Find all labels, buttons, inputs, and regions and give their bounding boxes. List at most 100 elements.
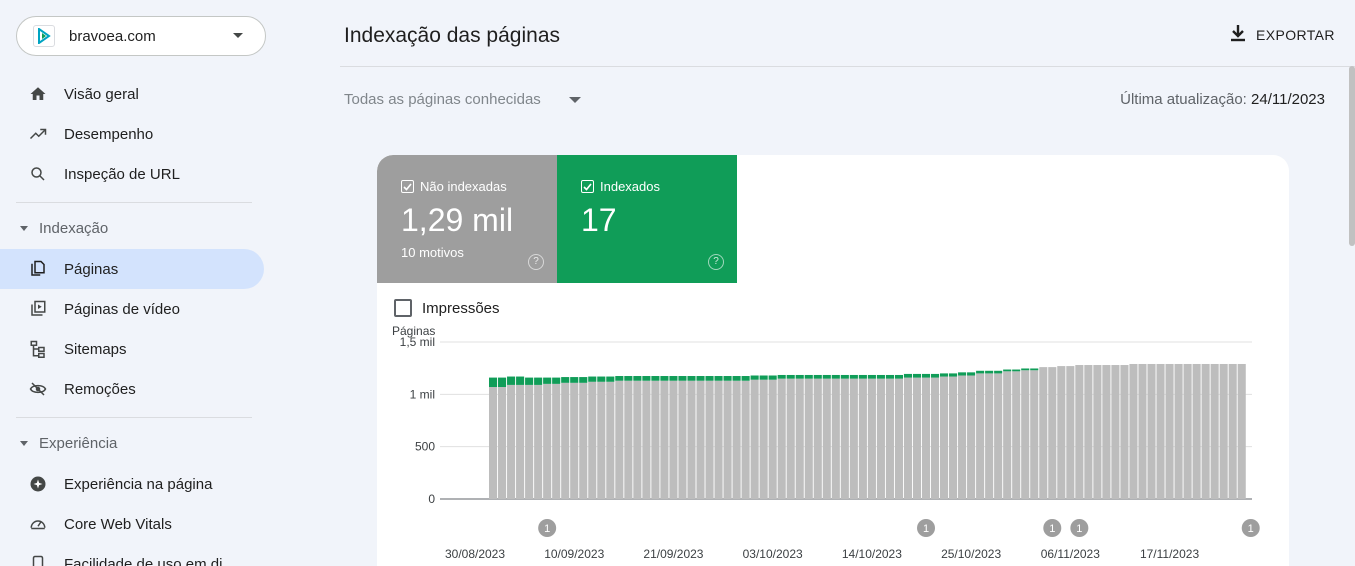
sitemap-icon	[28, 339, 48, 359]
section-indexing-label: Indexação	[39, 220, 109, 237]
help-icon[interactable]: ?	[708, 254, 724, 270]
nav-sitemaps[interactable]: Sitemaps	[16, 329, 264, 369]
bar-not-indexed	[1219, 363, 1228, 499]
bar-not-indexed	[732, 380, 741, 499]
bar-not-indexed	[1048, 367, 1057, 499]
pages-chart: Páginas05001 mil1,5 mil30/08/2023 10/09/2…	[392, 324, 1260, 561]
not-indexed-reasons: 10 motivos	[401, 245, 464, 260]
bar-indexed	[1003, 369, 1012, 372]
bar-indexed	[985, 370, 994, 374]
nav-mobile-label: Facilidade de uso em di	[64, 555, 223, 566]
divider	[16, 417, 252, 418]
bar-indexed	[552, 377, 561, 384]
bar-indexed	[940, 373, 949, 377]
collapse-icon	[20, 441, 28, 446]
y-tick-label: 1,5 mil	[400, 335, 435, 349]
bar-indexed	[588, 376, 597, 382]
phone-icon	[28, 554, 48, 566]
bar-not-indexed	[1102, 365, 1111, 499]
bar-not-indexed	[994, 373, 1003, 499]
chevron-down-icon	[568, 96, 581, 103]
bar-indexed	[705, 376, 714, 381]
bar-not-indexed	[1057, 366, 1066, 499]
bar-indexed	[579, 377, 588, 383]
nav-page-experience[interactable]: Experiência na página	[16, 464, 264, 504]
bar-indexed	[786, 374, 795, 379]
bar-not-indexed	[669, 380, 678, 499]
bar-not-indexed	[525, 384, 534, 499]
last-updated-label: Última atualização:	[1120, 91, 1247, 108]
nav-overview[interactable]: Visão geral	[16, 74, 264, 114]
x-tick-label: 03/10/2023	[743, 547, 803, 561]
bar-indexed	[534, 377, 543, 385]
bar-not-indexed	[552, 383, 561, 499]
bar-not-indexed	[579, 382, 588, 499]
indexed-tile[interactable]: Indexados 17 ?	[557, 155, 737, 283]
bar-not-indexed	[894, 378, 903, 499]
nav-pages[interactable]: Páginas	[0, 249, 264, 289]
nav-page-experience-label: Experiência na página	[64, 475, 213, 493]
bar-indexed	[967, 372, 976, 376]
nav-mobile-usability[interactable]: Facilidade de uso em di	[16, 544, 264, 566]
bar-indexed	[624, 376, 633, 381]
nav-sitemaps-label: Sitemaps	[64, 340, 127, 358]
bar-not-indexed	[1165, 363, 1174, 499]
nav-core-web-vitals[interactable]: Core Web Vitals	[16, 504, 264, 544]
nav-url-inspection[interactable]: Inspeção de URL	[16, 154, 264, 194]
bar-not-indexed	[516, 384, 525, 499]
bar-not-indexed	[858, 378, 867, 499]
bar-indexed	[1012, 369, 1021, 372]
download-icon	[1230, 24, 1246, 45]
bar-indexed	[642, 376, 651, 381]
bar-indexed	[804, 374, 813, 379]
help-icon[interactable]: ?	[528, 254, 544, 270]
nav-video-pages-label: Páginas de vídeo	[64, 300, 180, 318]
bar-not-indexed	[786, 378, 795, 499]
bar-not-indexed	[1210, 363, 1219, 499]
y-tick-label: 0	[428, 492, 435, 506]
not-indexed-label: Não indexadas	[420, 179, 507, 194]
not-indexed-tile[interactable]: Não indexadas 1,29 mil 10 motivos ?	[377, 155, 557, 283]
bar-indexed	[543, 377, 552, 384]
bar-not-indexed	[1228, 363, 1237, 499]
indexed-value: 17	[581, 202, 617, 238]
bar-not-indexed	[696, 380, 705, 499]
section-indexing[interactable]: Indexação	[20, 220, 108, 237]
bar-not-indexed	[615, 380, 624, 499]
bar-not-indexed	[1075, 365, 1084, 499]
search-icon	[28, 164, 48, 184]
pages-filter-dropdown[interactable]: Todas as páginas conhecidas	[344, 91, 581, 108]
bar-indexed	[894, 374, 903, 379]
bar-not-indexed	[1120, 365, 1129, 499]
nav-performance[interactable]: Desempenho	[16, 114, 264, 154]
bar-not-indexed	[1003, 371, 1012, 499]
last-updated: Última atualização: 24/11/2023	[1120, 91, 1325, 108]
bar-not-indexed	[750, 379, 759, 499]
bar-not-indexed	[1012, 371, 1021, 499]
nav-video-pages[interactable]: Páginas de vídeo	[16, 289, 264, 329]
bar-indexed	[759, 375, 768, 380]
bar-indexed	[687, 376, 696, 381]
bar-not-indexed	[507, 384, 516, 499]
nav-performance-label: Desempenho	[64, 125, 154, 143]
export-button[interactable]: EXPORTAR	[1230, 24, 1335, 45]
property-selector[interactable]: bravoea.com	[16, 16, 266, 56]
bar-indexed	[723, 376, 732, 381]
impressions-checkbox[interactable]: Impressões	[394, 299, 500, 317]
bar-indexed	[525, 377, 534, 385]
bar-indexed	[732, 376, 741, 381]
export-label: EXPORTAR	[1256, 26, 1335, 43]
bar-indexed	[606, 376, 615, 382]
chevron-down-icon	[233, 33, 243, 38]
bar-not-indexed	[597, 381, 606, 499]
scrollbar[interactable]	[1349, 66, 1355, 246]
bar-indexed	[597, 376, 606, 382]
annotation-label: 1	[923, 523, 929, 535]
section-experience[interactable]: Experiência	[20, 435, 117, 452]
property-name: bravoea.com	[69, 27, 156, 45]
home-icon	[28, 84, 48, 104]
bar-not-indexed	[804, 378, 813, 499]
bar-not-indexed	[831, 378, 840, 499]
nav-removals[interactable]: Remoções	[16, 369, 264, 409]
bar-indexed	[876, 374, 885, 379]
